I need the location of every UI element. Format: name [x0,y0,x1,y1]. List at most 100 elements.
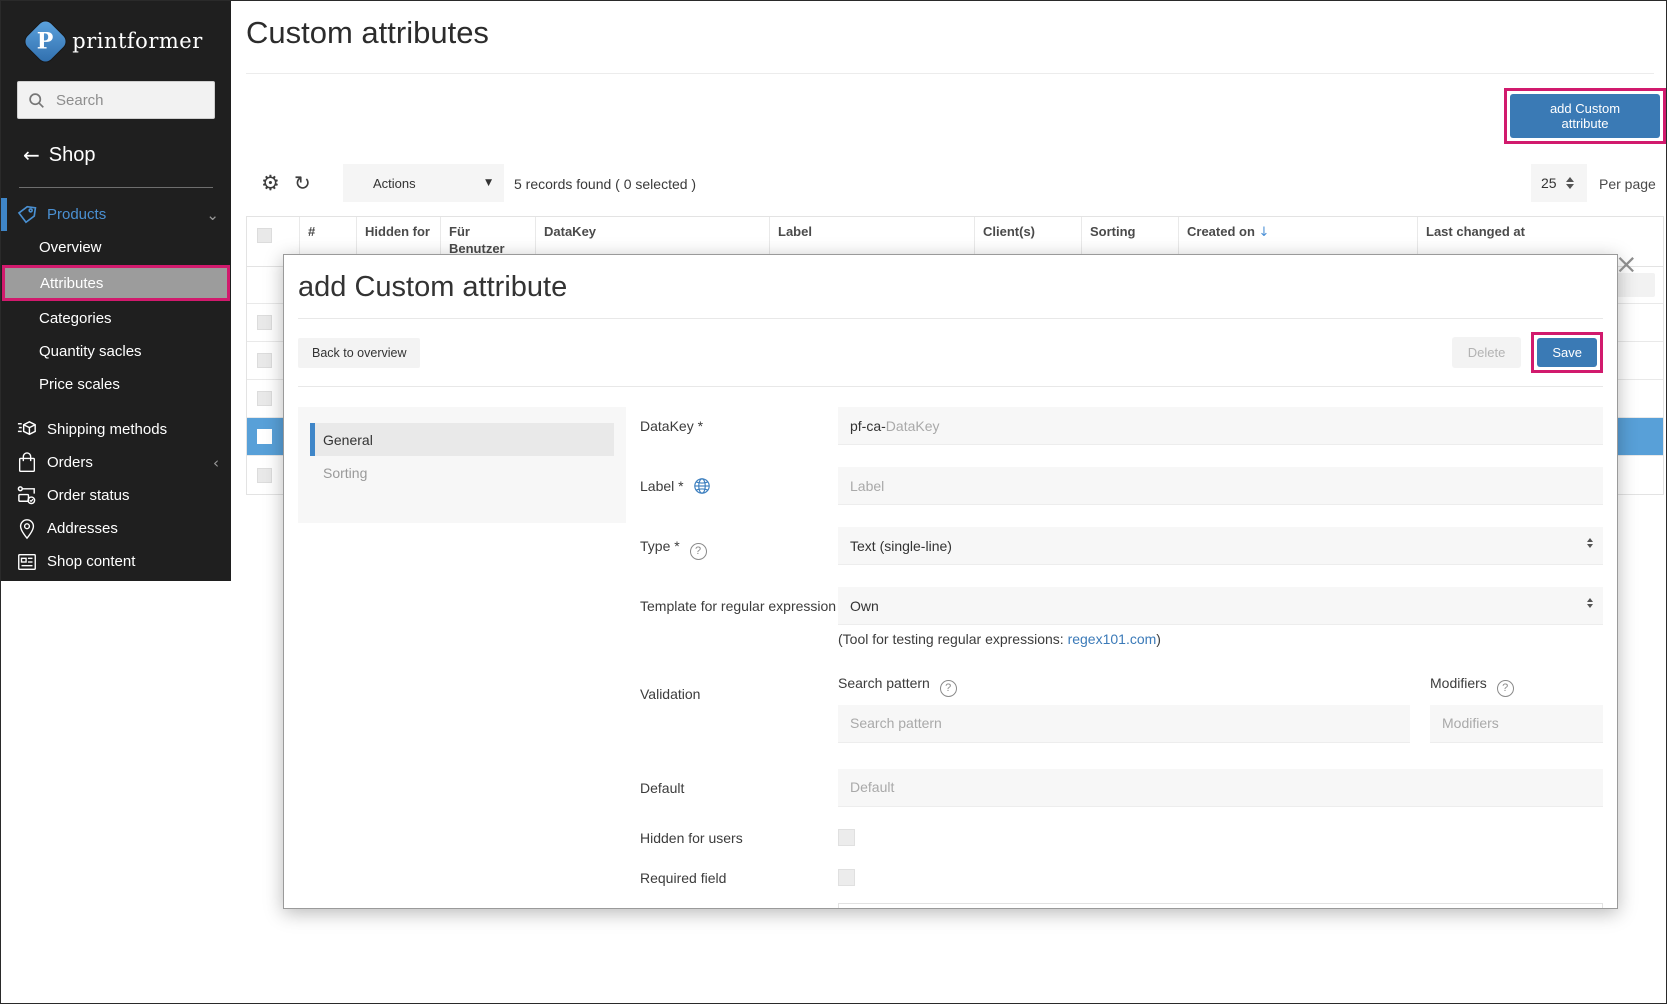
datakey-input[interactable]: pf-ca- DataKey [838,407,1603,445]
chevron-down-icon: ⌄ [206,205,219,224]
sidebar-item-label: Addresses [47,520,118,537]
close-icon[interactable]: × [1615,251,1638,278]
label-input[interactable] [838,467,1603,505]
label-label: Label * [640,467,838,505]
back-arrow-icon: ← [23,143,40,167]
row-checkbox[interactable] [257,391,272,406]
type-value: Text (single-line) [850,537,952,554]
regex-hint: (Tool for testing regular expressions: r… [838,631,1161,647]
hidden-for-users-checkbox[interactable] [838,829,855,846]
regex101-link[interactable]: regex101.com [1068,631,1157,647]
sidebar: P printformer ← Shop [1,1,231,581]
modal-nav: General Sorting [298,407,626,523]
actions-label: Actions [373,175,416,191]
sidebar-search[interactable] [17,81,215,119]
header-divider [246,73,1654,74]
search-input[interactable] [54,90,198,110]
hidden-for-users-label: Hidden for users [640,829,743,846]
save-button[interactable]: Save [1537,338,1597,367]
select-stepper-icon [1587,598,1593,608]
chevron-left-icon: ‹ [213,453,219,472]
template-select[interactable]: Own [838,587,1603,625]
sidebar-item-quantity-sacles[interactable]: Quantity sacles [1,335,231,368]
per-page-label: Per page [1599,176,1656,192]
help-icon[interactable]: ? [939,679,957,697]
refresh-icon[interactable]: ↻ [294,171,311,195]
gear-icon[interactable]: ⚙ [261,171,280,195]
sidebar-item-shipping-methods[interactable]: Shipping methods [1,413,231,446]
datakey-label: DataKey * [640,418,704,434]
caret-down-icon: ▼ [485,178,492,188]
select-stepper-icon [1587,538,1593,548]
sidebar-item-orders[interactable]: Orders ‹ [1,446,231,479]
map-pin-icon [15,517,39,541]
screenshot-frame: P printformer ← Shop [0,0,1667,1004]
sidebar-item-label: Categories [39,310,112,327]
search-pattern-label: Search pattern ? [838,675,1410,697]
tag-icon [15,203,39,227]
default-label: Default [640,779,685,796]
sidebar-item-price-scales[interactable]: Price scales [1,368,231,401]
search-icon [29,92,44,108]
modal-nav-general[interactable]: General [310,423,614,456]
sidebar-divider [19,187,213,188]
row-checkbox[interactable] [257,429,272,444]
modal-title: add Custom attribute [298,271,568,303]
workflow-icon [15,484,39,508]
save-button-annotation: Save [1531,332,1603,373]
modal-nav-sorting[interactable]: Sorting [310,456,614,489]
sidebar-item-label: Order status [47,487,130,504]
sidebar-item-overview[interactable]: Overview [1,231,231,264]
clients-option-row: Default [838,902,1603,908]
per-page-select[interactable]: 25 [1531,164,1587,202]
search-pattern-input[interactable] [838,704,1410,743]
row-checkbox[interactable] [257,353,272,368]
type-select[interactable]: Text (single-line) [838,527,1603,565]
sidebar-item-shop-content[interactable]: Shop content [1,545,231,578]
add-custom-attribute-button[interactable]: add Custom attribute [1510,94,1660,138]
sidebar-item-label: Products [47,206,107,223]
select-all-checkbox[interactable] [257,228,272,243]
shipping-box-icon [15,418,39,442]
help-icon[interactable]: ? [689,542,707,560]
row-checkbox[interactable] [257,467,272,483]
select-stepper-icon [1565,177,1574,189]
actions-dropdown[interactable]: Actions ▼ [343,164,504,202]
modifiers-input[interactable] [1430,704,1603,743]
validation-label: Validation [640,686,701,702]
clients-label: Clients * [640,903,838,909]
add-custom-attribute-modal: add Custom attribute Back to overview De… [283,254,1618,909]
sidebar-item-products[interactable]: Products ⌄ [1,198,231,231]
sidebar-item-label: Shipping methods [47,421,168,438]
sidebar-item-label: Orders [47,454,93,471]
sidebar-item-label: Overview [39,239,102,256]
row-checkbox[interactable] [257,315,272,330]
sidebar-item-categories[interactable]: Categories [1,302,231,335]
delete-button[interactable]: Delete [1451,337,1522,368]
per-page-value: 25 [1541,175,1557,191]
modifiers-label: Modifiers ? [1430,675,1603,697]
add-custom-attribute-annotation: add Custom attribute [1504,88,1666,144]
sidebar-item-addresses[interactable]: Addresses [1,512,231,545]
sidebar-item-order-status[interactable]: Order status [1,479,231,512]
records-count: 5 records found ( 0 selected ) [514,176,697,192]
sidebar-back-shop[interactable]: ← Shop [1,143,231,167]
sort-desc-icon: ↓ [1258,225,1270,240]
help-icon[interactable]: ? [1496,679,1514,697]
back-to-overview-button[interactable]: Back to overview [298,337,421,368]
type-label: Type * ? [640,527,838,565]
datakey-prefix: pf-ca- [850,417,886,434]
logo-text: printformer [72,29,203,53]
sidebar-item-label: Attributes [40,274,104,292]
sidebar-item-label: Shop content [47,553,136,570]
sidebar-item-attributes[interactable]: Attributes [2,265,230,301]
logo[interactable]: P printformer [1,1,231,67]
printformer-logo-icon: P [22,17,70,65]
required-field-checkbox[interactable] [838,869,855,886]
modal-form: DataKey * pf-ca- DataKey Label * Label T… [640,407,1603,909]
default-input[interactable] [838,768,1603,807]
datakey-placeholder: DataKey [885,417,940,434]
sidebar-item-label: Price scales [39,376,120,393]
page-title: Custom attributes [246,15,489,50]
shop-label: Shop [48,143,96,166]
